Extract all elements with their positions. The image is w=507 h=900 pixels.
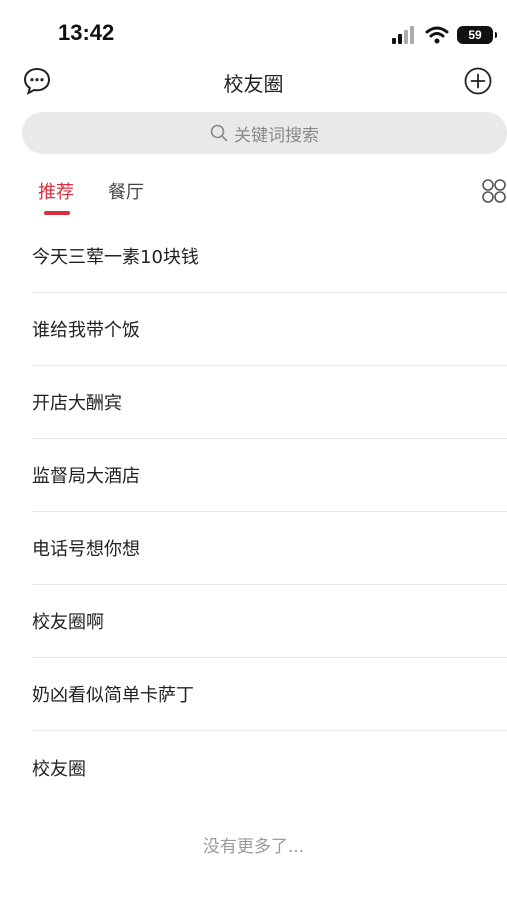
category-tabs: 推荐 餐厅 [0, 170, 507, 220]
list-item[interactable]: 谁给我带个饭 [32, 293, 507, 366]
search-icon [210, 124, 228, 142]
post-list: 今天三荤一素10块钱 谁给我带个饭 开店大酬宾 监督局大酒店 电话号想你想 校友… [32, 220, 507, 804]
cellular-signal-icon [392, 26, 414, 44]
battery-level: 59 [468, 28, 482, 42]
status-icons: 59 [391, 20, 497, 50]
wifi-icon [425, 26, 449, 44]
search-placeholder: 关键词搜索 [234, 125, 319, 146]
list-item[interactable]: 奶凶看似简单卡萨丁 [32, 658, 507, 731]
status-time: 13:42 [58, 20, 115, 45]
list-item[interactable]: 今天三荤一素10块钱 [32, 220, 507, 293]
grid-icon[interactable] [481, 178, 507, 204]
status-bar: 13:42 59 [0, 0, 507, 60]
list-item[interactable]: 校友圈 [32, 731, 507, 804]
no-more-text: 没有更多了... [202, 837, 305, 857]
tab-restaurant[interactable]: 餐厅 [108, 178, 144, 204]
list-item[interactable]: 电话号想你想 [32, 512, 507, 585]
list-item[interactable]: 监督局大酒店 [32, 439, 507, 512]
plus-circle-icon[interactable] [463, 66, 493, 96]
search-input[interactable]: 关键词搜索 [22, 112, 507, 154]
header: 校友圈 [0, 60, 507, 102]
page-title: 校友圈 [223, 72, 284, 96]
list-item[interactable]: 校友圈啊 [32, 585, 507, 658]
battery-indicator: 59 [457, 26, 497, 44]
tab-recommend[interactable]: 推荐 [38, 178, 74, 204]
active-tab-indicator [44, 211, 70, 215]
list-item[interactable]: 开店大酬宾 [32, 366, 507, 439]
